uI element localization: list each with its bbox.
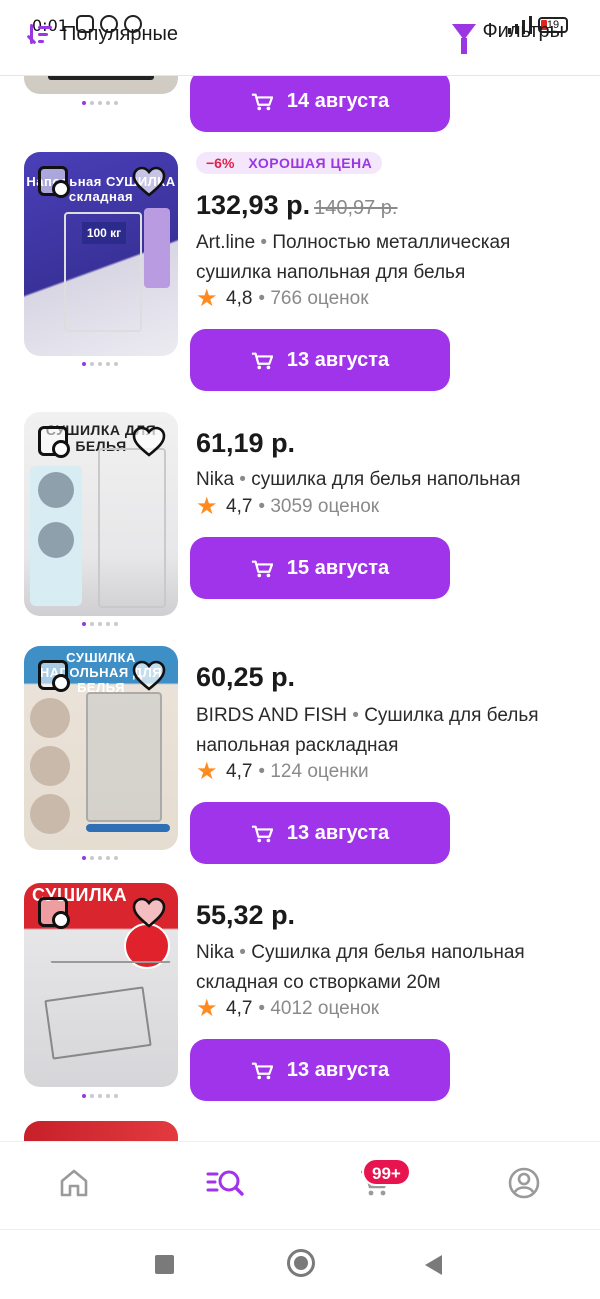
nav-home[interactable]: [57, 1166, 97, 1206]
product-title[interactable]: Art.line • Полностью металлическая сушил…: [196, 228, 576, 288]
nav-profile[interactable]: [507, 1166, 547, 1206]
delivery-date: 13 августа: [286, 821, 390, 844]
bottom-navigation: 99+: [0, 1141, 600, 1229]
discount-label: −6%: [206, 155, 235, 171]
cart-icon: [251, 824, 274, 843]
cart-icon: [251, 92, 274, 111]
similar-search-icon[interactable]: [38, 166, 70, 198]
review-count: • 3059 оценок: [258, 496, 380, 517]
filter-button[interactable]: Фильтры: [452, 20, 564, 54]
current-price: 132,93 р.: [196, 190, 311, 220]
current-price: 55,32 р.: [196, 900, 296, 930]
favorite-heart-icon[interactable]: [132, 166, 166, 198]
cart-icon: [251, 1061, 274, 1080]
price: 60,25 р.: [196, 662, 295, 693]
add-to-cart-button[interactable]: 13 августа: [190, 1039, 450, 1101]
review-count-text: 3059 оценок: [270, 496, 380, 517]
brand-name: Nika: [196, 942, 235, 963]
title-separator: •: [234, 942, 252, 963]
nav-catalog[interactable]: [206, 1166, 246, 1206]
product-title[interactable]: BIRDS AND FISH • Сушилка для белья напол…: [196, 701, 576, 761]
image-pager-dots: [82, 1094, 118, 1098]
title-separator: •: [255, 232, 273, 253]
product-image[interactable]: СУШИЛКА ДЛЯ БЕЛЬЯ: [24, 412, 178, 616]
delivery-date: 14 августа: [286, 89, 390, 112]
current-price: 60,25 р.: [196, 662, 296, 692]
title-separator: •: [234, 469, 252, 490]
delivery-date: 13 августа: [286, 348, 390, 371]
add-to-cart-button[interactable]: 13 августа: [190, 329, 450, 391]
sort-icon: [26, 20, 52, 48]
rating-value: 4,8: [226, 288, 253, 309]
star-icon: ★: [196, 995, 218, 1022]
rating: ★ 4,8 • 766 оценок: [196, 285, 369, 312]
system-navigation-bar: [0, 1229, 600, 1299]
filter-icon: [452, 23, 477, 54]
sort-button[interactable]: Популярные: [26, 20, 178, 48]
rating: ★ 4,7 • 124 оценки: [196, 758, 369, 785]
image-pager-dots: [82, 101, 118, 105]
add-to-cart-button[interactable]: 13 августа: [190, 802, 450, 864]
image-pager-dots: [82, 856, 118, 860]
favorite-heart-icon[interactable]: [132, 897, 166, 929]
rating: ★ 4,7 • 4012 оценок: [196, 995, 380, 1022]
cart-icon: [251, 559, 274, 578]
product-title[interactable]: Nika • Сушилка для белья напольная склад…: [196, 938, 576, 998]
price: 61,19 р.: [196, 428, 295, 459]
similar-search-icon[interactable]: [38, 660, 70, 692]
good-price-label: ХОРОШАЯ ЦЕНА: [248, 155, 373, 171]
review-count-text: 4012 оценок: [270, 998, 380, 1019]
image-pager-dots: [82, 362, 118, 366]
rating-value: 4,7: [226, 998, 253, 1019]
rating: ★ 4,7 • 3059 оценок: [196, 493, 380, 520]
price: 55,32 р.: [196, 900, 295, 931]
rating-value: 4,7: [226, 761, 253, 782]
product-image[interactable]: Напольная СУШИЛКА складная 100 кг: [24, 152, 178, 356]
old-price: 140,97 р.: [314, 197, 398, 219]
good-price-badge: −6% ХОРОШАЯ ЦЕНА: [196, 152, 383, 174]
cart-count-badge: 99+: [362, 1158, 411, 1186]
similar-search-icon[interactable]: [38, 426, 70, 458]
delivery-date: 15 августа: [286, 556, 390, 579]
similar-search-icon[interactable]: [38, 897, 70, 929]
catalog-search-icon: [206, 1170, 244, 1196]
product-name: сушилка для белья напольная: [251, 469, 521, 490]
review-count: • 766 оценок: [258, 288, 369, 309]
filter-label: Фильтры: [482, 20, 564, 42]
profile-icon: [508, 1167, 540, 1199]
favorite-heart-icon[interactable]: [132, 426, 166, 458]
recent-apps-button[interactable]: [155, 1255, 174, 1274]
star-icon: ★: [196, 285, 218, 312]
image-pager-dots: [82, 622, 118, 626]
brand-name: BIRDS AND FISH: [196, 705, 347, 726]
delivery-date: 13 августа: [286, 1058, 390, 1081]
star-icon: ★: [196, 758, 218, 785]
review-count: • 124 оценки: [258, 761, 369, 782]
rating-value: 4,7: [226, 496, 253, 517]
back-button[interactable]: [425, 1255, 442, 1275]
app-screen: 0:01 19 Популярные: [0, 0, 600, 1299]
favorite-heart-icon[interactable]: [132, 660, 166, 692]
top-bar: 0:01 19 Популярные: [0, 0, 600, 76]
review-count-text: 766 оценок: [270, 288, 369, 309]
product-image[interactable]: СУШИЛКА: [24, 883, 178, 1087]
star-icon: ★: [196, 493, 218, 520]
home-system-dot-icon: [294, 1256, 308, 1270]
add-to-cart-button[interactable]: 15 августа: [190, 537, 450, 599]
home-system-button[interactable]: [287, 1249, 315, 1277]
product-title[interactable]: Nika • сушилка для белья напольная: [196, 465, 576, 495]
sort-label: Популярные: [62, 22, 179, 45]
current-price: 61,19 р.: [196, 428, 296, 458]
product-image[interactable]: СУШИЛКА НАПОЛЬНАЯ ДЛЯ БЕЛЬЯ: [24, 646, 178, 850]
cart-icon: [251, 351, 274, 370]
review-count: • 4012 оценок: [258, 998, 380, 1019]
brand-name: Nika: [196, 469, 235, 490]
title-separator: •: [346, 705, 365, 726]
brand-name: Art.line: [196, 232, 256, 253]
add-to-cart-button[interactable]: 14 августа: [190, 70, 450, 132]
price: 132,93 р. 140,97 р.: [196, 190, 398, 221]
review-count-text: 124 оценки: [270, 761, 369, 782]
home-icon: [60, 1169, 88, 1197]
